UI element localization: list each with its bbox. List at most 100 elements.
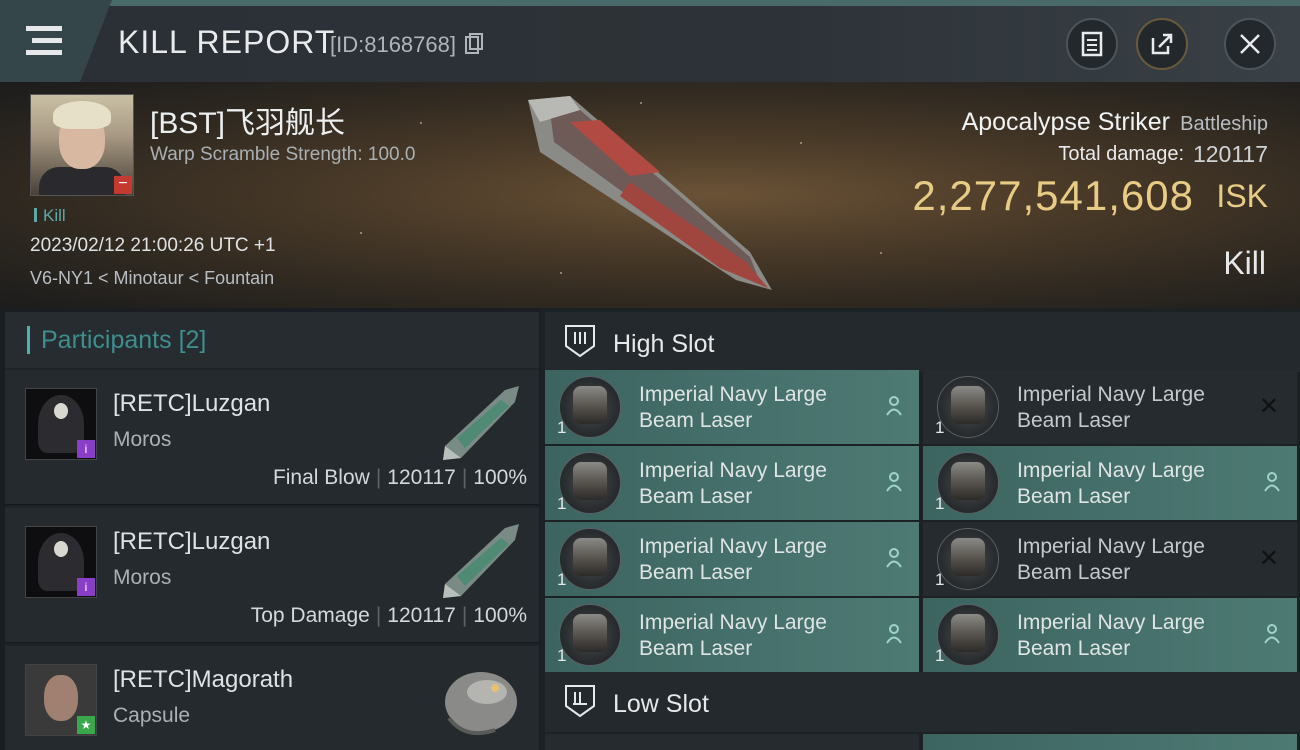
module-name: Imperial Navy Large Beam Laser — [639, 611, 827, 660]
participant-badge: i — [77, 440, 95, 458]
participant-row[interactable]: ★ [RETC]Magorath Capsule — [5, 646, 539, 750]
person-icon — [886, 472, 902, 492]
isk-value: 2,277,541,608 — [912, 172, 1194, 219]
beam-laser-icon — [951, 462, 985, 500]
participant-row[interactable]: i [RETC]Luzgan Moros Final Blow | 120117 | 1… — [5, 370, 539, 505]
total-damage-value: 120117 — [1192, 141, 1268, 167]
moros-ship-icon — [443, 524, 519, 598]
participant-damage: 120117 — [387, 466, 456, 489]
person-icon — [886, 624, 902, 644]
participant-percent: 100% — [473, 604, 527, 627]
menu-icon — [26, 26, 62, 31]
participant-ship: Capsule — [113, 704, 191, 727]
module-slot[interactable]: 1 Imperial Navy Large Beam Laser ✕ — [923, 370, 1297, 444]
total-damage-label: Total damage: — [1058, 143, 1184, 165]
report-id-text: [ID:8168768] — [330, 32, 456, 57]
person-icon — [886, 396, 902, 416]
module-slot[interactable]: 1 Imperial Navy Large Beam Laser — [923, 598, 1297, 672]
participants-header: Participants [2] — [5, 312, 539, 368]
module-slot[interactable]: 1 Imperial Navy Large Beam Laser ✕ — [923, 522, 1297, 596]
kill-tag-label: Kill — [43, 206, 66, 225]
module-name: Imperial Navy Large Beam Laser — [1017, 459, 1205, 508]
portrait-coat — [39, 167, 125, 195]
module-quantity: 1 — [935, 646, 945, 665]
module-name: Imperial Navy Large Beam Laser — [1017, 535, 1205, 584]
destroyed-x-icon: ✕ — [1258, 393, 1279, 420]
beam-laser-icon — [951, 386, 985, 424]
kill-report-header: KILL REPORT [ID:8168768] — [0, 0, 1300, 82]
ship-name[interactable]: Apocalypse Striker — [962, 108, 1170, 137]
module-slot[interactable]: 1 Imperial Navy Large Beam Laser — [545, 522, 919, 596]
beam-laser-icon — [573, 538, 607, 576]
low-slot-label: Low Slot — [613, 690, 709, 718]
low-slot-partial-module[interactable] — [923, 734, 1297, 750]
participant-name: [RETC]Magorath — [113, 666, 294, 693]
module-quantity: 1 — [557, 494, 567, 513]
participant-badge: i — [77, 578, 95, 596]
beam-laser-icon — [951, 538, 985, 576]
warp-scramble-strength: Warp Scramble Strength: 100.0 — [150, 144, 416, 165]
victim-name[interactable]: [BST]飞羽舰长 — [150, 98, 345, 142]
high-slot-label: High Slot — [613, 330, 715, 358]
capsule-ship-icon — [445, 672, 517, 735]
module-quantity: 1 — [935, 570, 945, 589]
menu-icon-bar — [32, 38, 62, 43]
module-slot[interactable]: 1 Imperial Navy Large Beam Laser — [545, 370, 919, 444]
result-label: Kill — [1223, 245, 1266, 281]
fitting-panel: High Slot 1 Imperial Navy Large Beam Las… — [540, 308, 1300, 750]
participant-name: [RETC]Luzgan — [113, 390, 271, 417]
standing-badge: − — [114, 176, 132, 194]
moros-ship-icon — [443, 386, 519, 460]
module-name: Imperial Navy Large Beam Laser — [1017, 611, 1205, 660]
module-slot[interactable]: 1 Imperial Navy Large Beam Laser — [545, 446, 919, 520]
participants-count: [2] — [178, 326, 207, 354]
participant-row[interactable]: i [RETC]Luzgan Moros Top Damage | 120117 | 1… — [5, 508, 539, 643]
beam-laser-icon — [573, 614, 607, 652]
high-slot-header: High Slot — [545, 312, 1300, 372]
person-icon — [886, 548, 902, 568]
header-accent-line — [0, 0, 1300, 6]
participant-role: Final Blow — [272, 466, 370, 489]
participants-title: Participants [2] — [41, 326, 206, 355]
portrait-hair — [53, 101, 111, 129]
module-name: Imperial Navy Large Beam Laser — [639, 535, 827, 584]
participant-ship: Moros — [113, 566, 172, 589]
participant-percent: 100% — [473, 466, 527, 489]
kill-location[interactable]: V6-NY1 < Minotaur < Fountain — [30, 268, 274, 289]
low-slot-icon — [565, 685, 595, 718]
participant-role: Top Damage — [250, 604, 370, 627]
module-quantity: 1 — [935, 418, 945, 437]
copy-icon[interactable] — [465, 33, 484, 55]
close-button[interactable] — [1224, 18, 1276, 70]
module-name: Imperial Navy Large Beam Laser — [639, 383, 827, 432]
participant-stats: Final Blow | 120117 | 100% — [272, 466, 527, 489]
participant-stats: Top Damage | 120117 | 100% — [250, 604, 527, 627]
menu-icon-bar — [26, 50, 62, 55]
kill-tag: Kill — [34, 206, 66, 226]
beam-laser-icon — [951, 614, 985, 652]
beam-laser-icon — [573, 462, 607, 500]
report-id: [ID:8168768] — [330, 32, 484, 58]
menu-button[interactable] — [0, 0, 112, 82]
module-name: Imperial Navy Large Beam Laser — [639, 459, 827, 508]
module-name: Imperial Navy Large Beam Laser — [1017, 383, 1205, 432]
participant-badge: ★ — [77, 716, 95, 734]
low-slot-partial-module[interactable] — [545, 734, 919, 750]
share-button[interactable] — [1136, 18, 1188, 70]
module-slot[interactable]: 1 Imperial Navy Large Beam Laser — [545, 598, 919, 672]
person-icon — [1264, 624, 1280, 644]
module-quantity: 1 — [557, 418, 567, 437]
module-quantity: 1 — [935, 494, 945, 513]
module-slot[interactable]: 1 Imperial Navy Large Beam Laser — [923, 446, 1297, 520]
participants-accent — [27, 326, 30, 354]
participant-ship: Moros — [113, 428, 172, 451]
kill-datetime: 2023/02/12 21:00:26 UTC +1 — [30, 235, 276, 256]
participants-title-text: Participants — [41, 326, 172, 354]
module-quantity: 1 — [557, 570, 567, 589]
close-icon — [1240, 34, 1260, 54]
participant-name: [RETC]Luzgan — [113, 528, 271, 555]
ship-render — [528, 96, 772, 290]
clipboard-button[interactable] — [1066, 18, 1118, 70]
high-slot-icon — [565, 325, 595, 358]
clipboard-icon — [1081, 31, 1103, 57]
